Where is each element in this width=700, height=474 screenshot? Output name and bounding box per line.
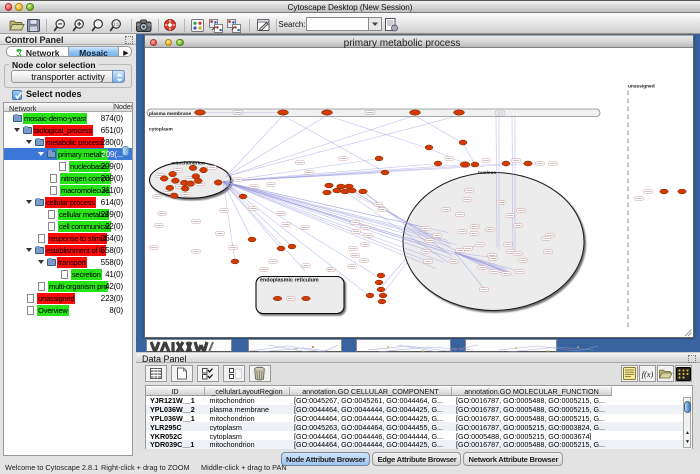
svg-text:f(x): f(x) [642,369,654,379]
svg-text:1:1: 1:1 [113,21,120,26]
svg-text:cytoplasm: cytoplasm [149,126,173,132]
svg-text:nucleus: nucleus [478,170,496,176]
svg-text:mitochondrion: mitochondrion [171,160,205,166]
svg-text:endoplasmic reticulum: endoplasmic reticulum [260,277,319,283]
svg-text:plasma membrane: plasma membrane [149,110,191,116]
svg-text:Search:: Search: [279,19,306,28]
svg-text:unassigned: unassigned [628,83,655,89]
